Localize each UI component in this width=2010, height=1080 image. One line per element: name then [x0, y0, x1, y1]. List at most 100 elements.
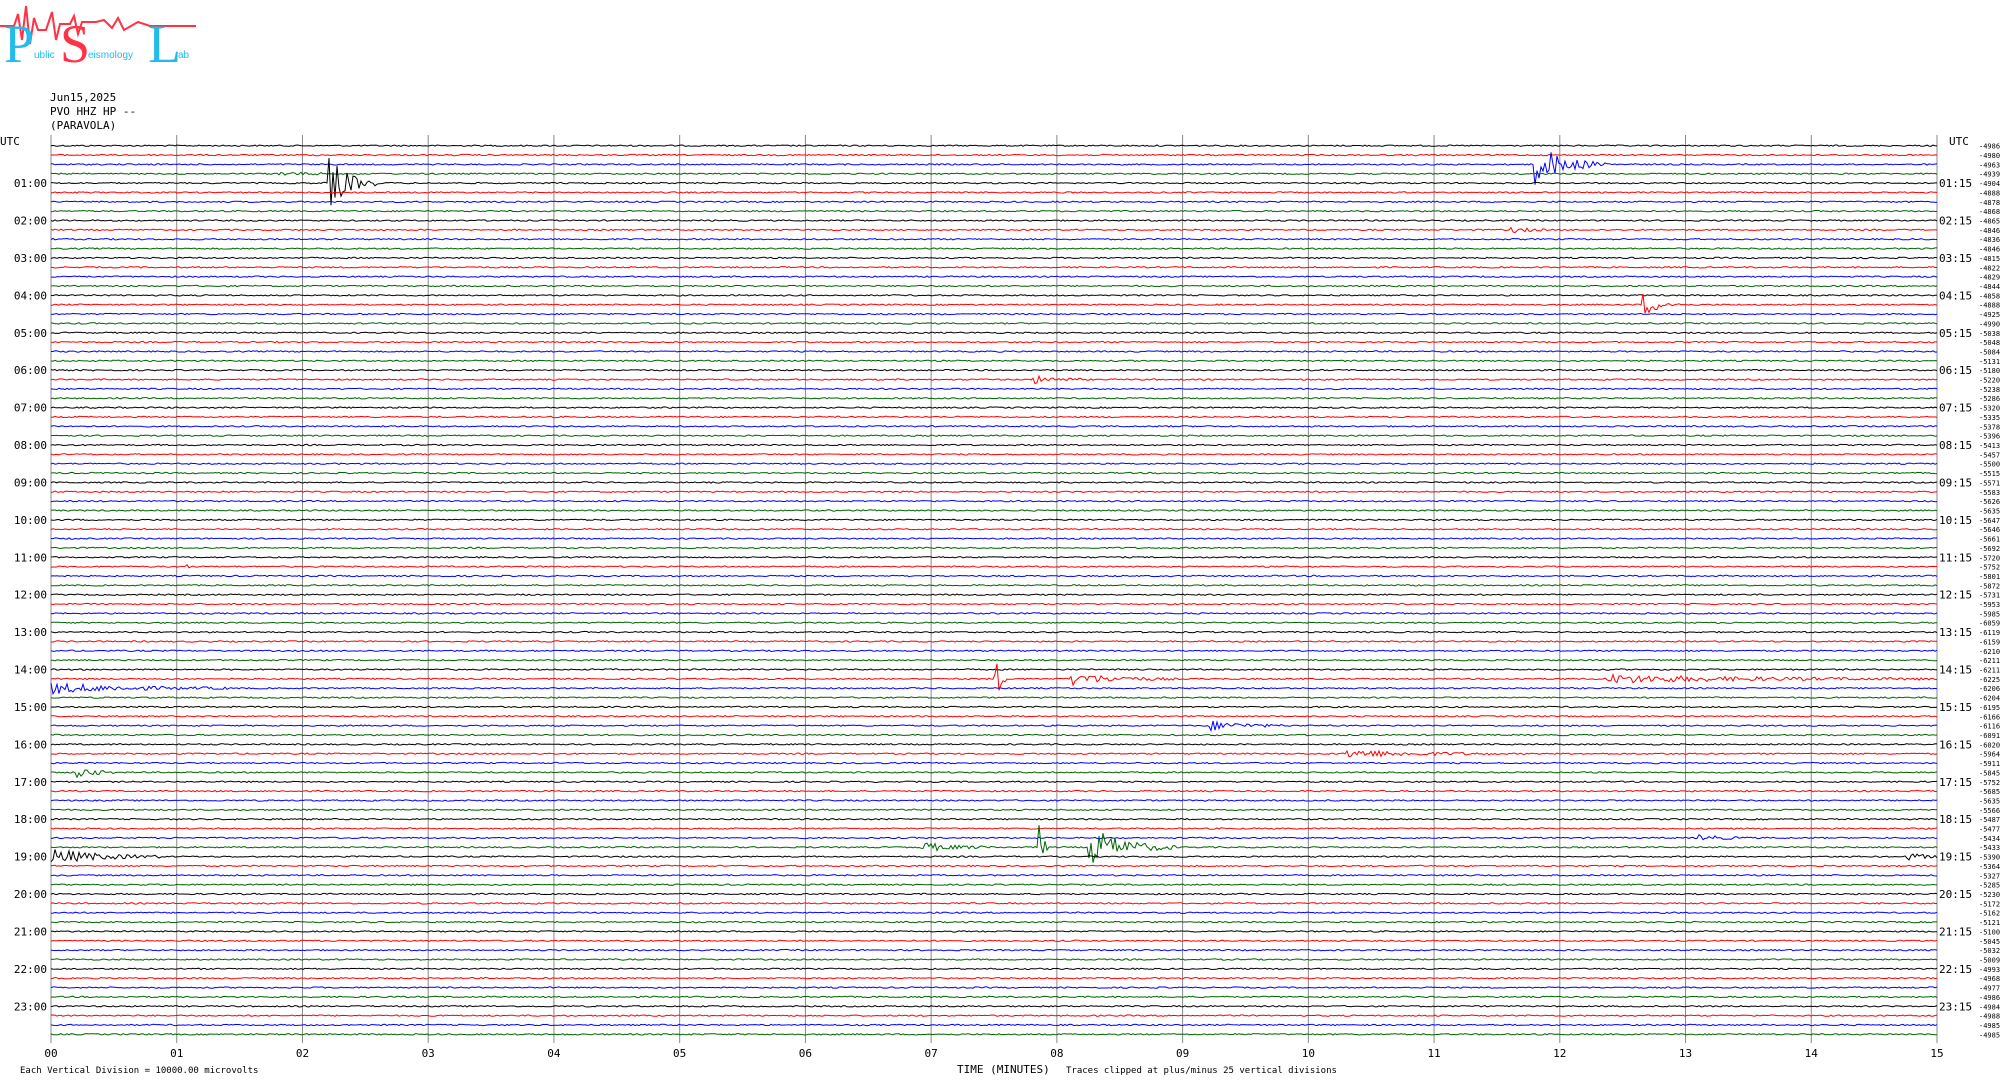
trace-offset-label: -5752 [1979, 564, 2000, 572]
left-hour-label: 16:00 [14, 738, 47, 751]
seismic-trace [50, 453, 1938, 456]
trace-offset-label: -5752 [1979, 779, 2000, 787]
left-hour-label: 13:00 [14, 626, 47, 639]
trace-offset-label: -5661 [1979, 536, 2000, 544]
x-axis-title: TIME (MINUTES) [957, 1063, 1050, 1076]
seismic-trace [50, 527, 1938, 531]
seismic-trace [50, 537, 1937, 540]
x-tick-label: 01 [170, 1047, 183, 1060]
right-hour-label: 19:15 [1939, 851, 1972, 864]
trace-offset-label: -5720 [1979, 554, 2000, 562]
seismic-trace [50, 434, 1938, 437]
seismic-trace [50, 312, 1938, 316]
trace-offset-label: -4858 [1979, 292, 2000, 300]
trace-offset-label: -5009 [1979, 956, 2000, 964]
seismic-trace [50, 564, 1938, 569]
seismic-trace [50, 630, 1938, 634]
left-hour-label: 12:00 [14, 589, 47, 602]
seismic-trace [51, 920, 1937, 924]
right-hour-label: 13:15 [1939, 626, 1972, 639]
seismic-trace [50, 602, 1938, 606]
seismic-trace [50, 911, 1938, 914]
x-tick-label: 02 [296, 1047, 309, 1060]
seismic-trace [50, 1014, 1938, 1017]
left-hour-label: 08:00 [14, 439, 47, 452]
left-hour-label: 15:00 [14, 701, 47, 714]
seismic-trace [50, 331, 1938, 335]
trace-offset-label: -4963 [1979, 161, 2000, 169]
x-tick-label: 06 [799, 1047, 812, 1060]
right-hour-label: 22:15 [1939, 963, 1972, 976]
seismic-trace [50, 715, 1938, 718]
seismic-trace [50, 799, 1938, 802]
trace-offset-label: -6210 [1979, 648, 2000, 656]
left-hour-label: 14:00 [14, 664, 47, 677]
trace-offset-label: -5378 [1979, 423, 2000, 431]
right-hour-label: 01:15 [1939, 177, 1972, 190]
trace-offset-label: -4925 [1979, 311, 2000, 319]
seismic-trace [50, 874, 1938, 877]
left-hour-label: 11:00 [14, 551, 47, 564]
right-hour-label: 16:15 [1939, 738, 1972, 751]
left-hour-label: 01:00 [14, 177, 47, 190]
seismic-trace [50, 733, 1938, 737]
seismic-trace [50, 462, 1938, 465]
seismic-trace [50, 808, 1938, 812]
seismic-trace [50, 209, 1938, 213]
trace-offset-label: -6116 [1979, 723, 2000, 731]
left-axis-title: UTC [0, 135, 20, 148]
right-hour-label: 12:15 [1939, 589, 1972, 602]
trace-offset-label: -4985 [1979, 1031, 2000, 1039]
right-hour-label: 20:15 [1939, 888, 1972, 901]
seismic-trace [50, 705, 1938, 709]
right-hour-label: 11:15 [1939, 551, 1972, 564]
trace-offset-label: -4829 [1979, 274, 2000, 282]
right-hour-label: 14:15 [1939, 664, 1972, 677]
trace-offset-label: -5327 [1979, 872, 2000, 880]
seismic-trace [50, 396, 1938, 400]
trace-offset-label: -5487 [1979, 816, 2000, 824]
trace-offset-label: -5320 [1979, 405, 2000, 413]
seismic-trace [50, 668, 1938, 671]
seismic-trace [50, 769, 1938, 779]
right-hour-label: 02:15 [1939, 215, 1972, 228]
seismic-trace [50, 995, 1938, 999]
left-hour-label: 04:00 [14, 289, 47, 302]
right-hour-label: 06:15 [1939, 364, 1972, 377]
seismic-trace [50, 443, 1938, 447]
trace-offset-label: -4822 [1979, 264, 2000, 272]
trace-offset-label: -5032 [1979, 947, 2000, 955]
seismic-trace [50, 481, 1938, 484]
trace-offset-label: -5121 [1979, 919, 2000, 927]
trace-offset-label: -5180 [1979, 367, 2000, 375]
clip-note: Traces clipped at plus/minus 25 vertical… [1066, 1066, 1337, 1076]
trace-offset-label: -5692 [1979, 545, 2000, 553]
trace-offset-label: -4985 [1979, 1022, 2000, 1030]
seismic-trace [50, 593, 1938, 596]
seismic-trace [50, 663, 1938, 691]
trace-offset-label: -5238 [1979, 386, 2000, 394]
right-hour-label: 18:15 [1939, 813, 1972, 826]
seismic-trace [51, 275, 1938, 278]
trace-offset-label: -6166 [1979, 713, 2000, 721]
helicorder-plot: -4986-4980-4963-4939-4904-4888-4878-4868… [0, 135, 2000, 1060]
left-hour-label: 22:00 [14, 963, 47, 976]
trace-offset-label: -5985 [1979, 610, 2000, 618]
trace-offset-label: -6204 [1979, 695, 2000, 703]
right-hour-label: 15:15 [1939, 701, 1972, 714]
left-hour-label: 18:00 [14, 813, 47, 826]
trace-offset-label: -5872 [1979, 582, 2000, 590]
trace-offset-label: -6225 [1979, 676, 2000, 684]
trace-offset-label: -4888 [1979, 189, 2000, 197]
left-hour-label: 10:00 [14, 514, 47, 527]
seismic-trace [50, 1023, 1938, 1027]
trace-offset-label: -5048 [1979, 339, 2000, 347]
seismic-trace [50, 374, 1938, 385]
trace-offset-label: -5583 [1979, 489, 2000, 497]
trace-offset-label: -4836 [1979, 236, 2000, 244]
seismic-trace [50, 640, 1938, 643]
left-hour-label: 03:00 [14, 252, 47, 265]
trace-offset-label: -4888 [1979, 302, 2000, 310]
trace-offset-label: -5953 [1979, 601, 2000, 609]
trace-offset-label: -6020 [1979, 741, 2000, 749]
